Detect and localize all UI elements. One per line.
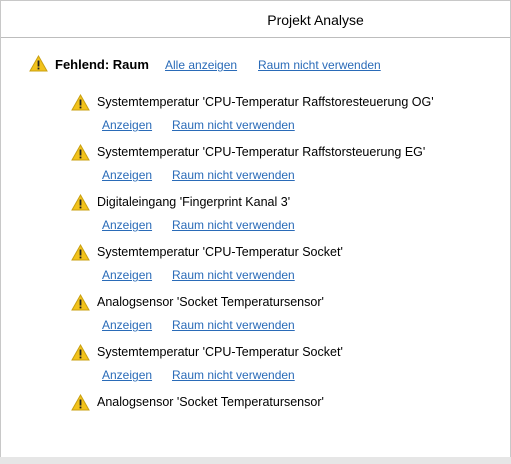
warning-icon: [71, 144, 90, 161]
list-item: Analogsensor 'Socket Temperatursensor': [71, 394, 501, 438]
item-label: Digitaleingang 'Fingerprint Kanal 3': [97, 195, 291, 209]
show-item-link[interactable]: Anzeigen: [102, 118, 152, 132]
show-item-link[interactable]: Anzeigen: [102, 318, 152, 332]
list-item: Systemtemperatur 'CPU-Temperatur Raffsto…: [71, 144, 501, 188]
item-label: Systemtemperatur 'CPU-Temperatur Raffsto…: [97, 145, 426, 159]
show-all-link[interactable]: Alle anzeigen: [165, 58, 237, 72]
list-item: Digitaleingang 'Fingerprint Kanal 3' Anze…: [71, 194, 501, 238]
show-item-link[interactable]: Anzeigen: [102, 268, 152, 282]
warning-icon: [71, 294, 90, 311]
item-label: Systemtemperatur 'CPU-Temperatur Socket': [97, 345, 343, 359]
list-item: Systemtemperatur 'CPU-Temperatur Raffsto…: [71, 94, 501, 138]
show-item-link[interactable]: Anzeigen: [102, 368, 152, 382]
room-unused-link[interactable]: Raum nicht verwenden: [172, 268, 295, 282]
list-item: Systemtemperatur 'CPU-Temperatur Socket'…: [71, 344, 501, 388]
bottom-scroll-strip: [0, 457, 511, 464]
list-item: Analogsensor 'Socket Temperatursensor' An…: [71, 294, 501, 338]
warning-icon: [29, 55, 48, 72]
group-room-unused-link[interactable]: Raum nicht verwenden: [258, 58, 381, 72]
title-bar: Projekt Analyse: [1, 1, 510, 38]
room-unused-link[interactable]: Raum nicht verwenden: [172, 218, 295, 232]
show-item-link[interactable]: Anzeigen: [102, 218, 152, 232]
item-label: Systemtemperatur 'CPU-Temperatur Raffsto…: [97, 95, 434, 109]
list-item: Systemtemperatur 'CPU-Temperatur Socket'…: [71, 244, 501, 288]
item-label: Systemtemperatur 'CPU-Temperatur Socket': [97, 245, 343, 259]
room-unused-link[interactable]: Raum nicht verwenden: [172, 168, 295, 182]
group-title: Fehlend: Raum: [55, 57, 149, 72]
warning-icon: [71, 244, 90, 261]
room-unused-link[interactable]: Raum nicht verwenden: [172, 368, 295, 382]
show-item-link[interactable]: Anzeigen: [102, 168, 152, 182]
warning-icon: [71, 194, 90, 211]
room-unused-link[interactable]: Raum nicht verwenden: [172, 118, 295, 132]
item-label: Analogsensor 'Socket Temperatursensor': [97, 295, 324, 309]
item-label: Analogsensor 'Socket Temperatursensor': [97, 395, 324, 409]
warning-icon: [71, 94, 90, 111]
room-unused-link[interactable]: Raum nicht verwenden: [172, 318, 295, 332]
window-title: Projekt Analyse: [267, 12, 364, 28]
warning-icon: [71, 394, 90, 411]
warning-icon: [71, 344, 90, 361]
